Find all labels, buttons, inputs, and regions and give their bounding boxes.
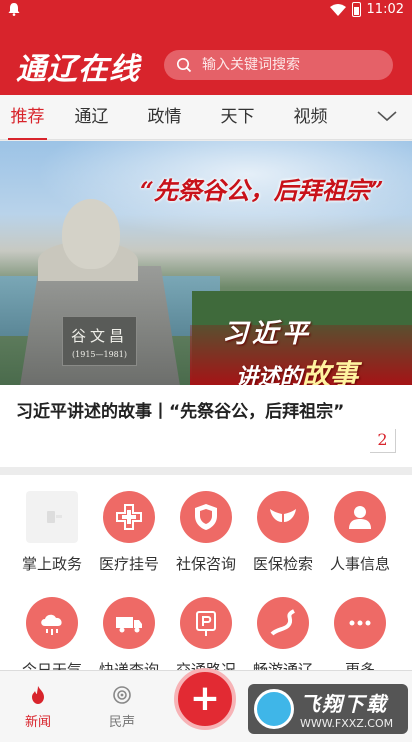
- app-icon: [26, 491, 78, 543]
- article-title: 习近平讲述的故事丨“先祭谷公，后拜祖宗”: [16, 402, 345, 422]
- road-icon: [257, 597, 309, 649]
- banner-series-subtitle: 讲述的故事: [236, 358, 359, 385]
- app-logo: 通辽在线: [16, 52, 140, 87]
- watermark-logo: [254, 689, 294, 729]
- wifi-icon: [329, 3, 346, 16]
- chevron-down-icon[interactable]: [376, 108, 398, 124]
- search-icon: [177, 58, 192, 73]
- plus-icon: +: [189, 678, 221, 719]
- truck-icon: [103, 597, 155, 649]
- service-tourism[interactable]: 畅游通辽: [243, 597, 323, 680]
- nav-voice[interactable]: 民声: [92, 685, 152, 730]
- wings-icon: [257, 491, 309, 543]
- tab-politics[interactable]: 政情: [128, 95, 201, 140]
- services-grid: 掌上政务 医疗挂号 社保咨询 医保检索 人事信息 今日天气 快递查询: [0, 475, 412, 679]
- weather-icon: [26, 597, 78, 649]
- add-button[interactable]: +: [174, 668, 236, 730]
- service-express-tracking[interactable]: 快递查询: [89, 597, 169, 680]
- tab-recommend[interactable]: 推荐: [0, 95, 55, 140]
- person-icon: [334, 491, 386, 543]
- tab-tongliao[interactable]: 通辽: [55, 95, 128, 140]
- flame-icon: [32, 686, 44, 704]
- search-input[interactable]: [202, 57, 382, 73]
- statue-head: [62, 199, 120, 269]
- banner-series-title: 习近平: [222, 319, 313, 349]
- tab-world[interactable]: 天下: [201, 95, 274, 140]
- status-bar: 11:02: [0, 0, 412, 22]
- shield-icon: [180, 491, 232, 543]
- featured-article[interactable]: 习近平讲述的故事丨“先祭谷公，后拜祖宗” 2: [0, 385, 412, 467]
- watermark: 飞翔下载 WWW.FXXZ.COM: [248, 684, 408, 734]
- service-social-security[interactable]: 社保咨询: [166, 491, 246, 574]
- banner-headline: “先祭谷公，后拜祖宗”: [140, 176, 384, 205]
- notification-icon: [8, 3, 20, 16]
- page-indicator: 2: [370, 429, 396, 453]
- service-medical-insurance[interactable]: 医保检索: [243, 491, 323, 574]
- parking-icon: [180, 597, 232, 649]
- featured-banner[interactable]: 谷文昌 (1915—1981) “先祭谷公，后拜祖宗” 习近平 讲述的故事: [0, 141, 412, 385]
- more-icon: [334, 597, 386, 649]
- service-medical-registration[interactable]: 医疗挂号: [89, 491, 169, 574]
- nav-news[interactable]: 新闻: [8, 685, 68, 730]
- medical-cross-icon: [103, 491, 155, 543]
- battery-icon: [351, 2, 361, 17]
- service-weather[interactable]: 今日天气: [12, 597, 92, 680]
- clock: 11:02: [366, 2, 404, 17]
- tab-video[interactable]: 视频: [274, 95, 347, 140]
- voice-icon: [113, 686, 131, 704]
- service-more[interactable]: 更多: [320, 597, 400, 680]
- service-personnel-info[interactable]: 人事信息: [320, 491, 400, 574]
- category-tabs: 推荐 通辽 政情 天下 视频: [0, 95, 412, 140]
- service-gov-affairs[interactable]: 掌上政务: [12, 491, 92, 574]
- search-bar[interactable]: [164, 50, 393, 80]
- statue-plaque: 谷文昌 (1915—1981): [62, 316, 137, 366]
